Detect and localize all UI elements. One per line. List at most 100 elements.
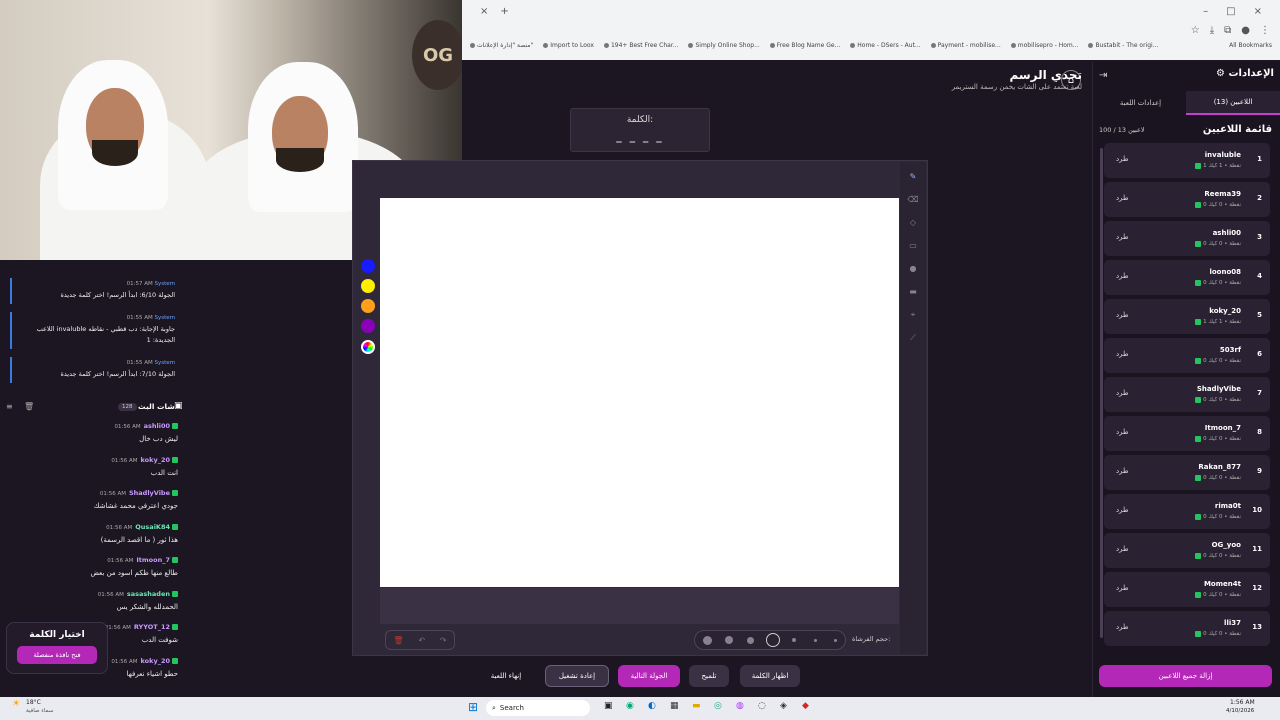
brush-size-control[interactable]: [694, 630, 846, 650]
kick-button[interactable]: طرد: [1116, 389, 1129, 397]
menu-icon[interactable]: ⋮: [1260, 25, 1270, 36]
player-stats-text: 0 نقطة • 0 كيك: [1203, 514, 1241, 520]
redo-icon[interactable]: ↷: [440, 636, 447, 645]
minimize-button[interactable]: –: [1203, 6, 1208, 17]
players-scrollbar[interactable]: [1100, 148, 1103, 638]
color-swatch-purple[interactable]: [361, 319, 375, 333]
bookmark[interactable]: mobilisepro - Hom...: [1010, 38, 1078, 52]
bookmark[interactable]: Home - DSers - Aut...: [850, 38, 921, 52]
profile-icon[interactable]: ●: [1241, 25, 1250, 36]
kick-button[interactable]: طرد: [1116, 506, 1129, 514]
settings-title: ⚙ الإعدادات: [1216, 68, 1274, 79]
app-icon[interactable]: ◈: [780, 701, 787, 711]
brush-size-option[interactable]: [834, 639, 837, 642]
brush-size-option[interactable]: [814, 639, 817, 642]
close-window-button[interactable]: ×: [1254, 6, 1262, 17]
taskview-icon[interactable]: ▣: [604, 701, 613, 711]
kick-button[interactable]: طرد: [1116, 545, 1129, 553]
new-tab-icon[interactable]: +: [500, 6, 508, 17]
bookmark[interactable]: منصة "إدارة الإعلانات": [470, 38, 533, 52]
picker-icon[interactable]: ⌖: [906, 308, 920, 322]
show-word-button[interactable]: اظهار الكلمة: [740, 665, 800, 687]
player-name: lli37: [1224, 619, 1241, 627]
chat-message-header: 01:56 AM koky_20: [0, 456, 178, 464]
kick-button[interactable]: طرد: [1116, 194, 1129, 202]
circle-icon[interactable]: ●: [906, 262, 920, 276]
kick-button[interactable]: طرد: [1116, 623, 1129, 631]
extensions-icon[interactable]: ⧉: [1224, 25, 1231, 36]
taskbar-search[interactable]: ⌕ Search: [486, 700, 590, 716]
brush-size-option[interactable]: [747, 637, 754, 644]
restart-button[interactable]: إعادة تشغيل: [545, 665, 609, 687]
chat-username[interactable]: ashli00: [144, 422, 170, 430]
app-icon[interactable]: ◉: [626, 701, 634, 711]
all-bookmarks[interactable]: All Bookmarks: [1229, 38, 1272, 52]
chat-username[interactable]: sasashaden: [127, 590, 170, 598]
line-icon[interactable]: ▬: [906, 285, 920, 299]
bookmark[interactable]: Free Blog Name Ge...: [769, 38, 840, 52]
folder-icon[interactable]: ▬: [692, 701, 701, 711]
chat-username[interactable]: koky_20: [141, 657, 170, 665]
pencil-icon[interactable]: ✎: [906, 170, 920, 184]
chat-message-header: 01:56 AM sasashaden: [0, 590, 178, 598]
bookmark[interactable]: Bustabit - The origi...: [1088, 38, 1158, 52]
chat-username[interactable]: QusaiK84: [135, 523, 170, 531]
brush-icon[interactable]: ⟋: [906, 331, 920, 345]
undo-icon[interactable]: ↶: [418, 636, 425, 645]
custom-color-picker[interactable]: [361, 340, 375, 354]
close-tab-icon[interactable]: ×: [480, 6, 488, 17]
brush-size-option[interactable]: [792, 638, 796, 642]
chat-text: جودي اعترفي محمد غشاشك: [93, 502, 178, 510]
bookmark[interactable]: Payment - mobilise...: [930, 38, 1001, 52]
brush-size-option[interactable]: [725, 636, 733, 644]
fill-icon[interactable]: ◇: [906, 216, 920, 230]
chat-username[interactable]: Itmoon_7: [136, 556, 170, 564]
store-icon[interactable]: ▦: [670, 701, 679, 711]
app-icon[interactable]: ◆: [802, 701, 809, 711]
edge-icon[interactable]: ◐: [648, 701, 656, 711]
brush-size-selected[interactable]: [766, 633, 780, 647]
next-round-button[interactable]: الجولة التالية: [618, 665, 680, 687]
kick-button[interactable]: طرد: [1116, 428, 1129, 436]
collapse-panel-icon[interactable]: ⇥: [1099, 70, 1107, 81]
open-popup-button[interactable]: فتح نافذة منفصلة: [17, 646, 97, 664]
drawing-canvas[interactable]: [380, 198, 899, 587]
kick-button[interactable]: طرد: [1116, 311, 1129, 319]
eraser-icon[interactable]: ⌫: [906, 193, 920, 207]
bookmark[interactable]: Simply Online Shop...: [688, 38, 760, 52]
rectangle-icon[interactable]: ▭: [906, 239, 920, 253]
end-game-button[interactable]: إنهاء اللعبة: [480, 665, 532, 687]
kick-button[interactable]: طرد: [1116, 233, 1129, 241]
chat-filter-icon[interactable]: ≡: [6, 402, 13, 411]
chrome-icon[interactable]: ◎: [714, 701, 722, 711]
player-stats-text: 1 نقطة • 1 كيك: [1203, 319, 1241, 325]
kick-button[interactable]: طرد: [1116, 155, 1129, 163]
app-icon[interactable]: ◌: [758, 701, 766, 711]
maximize-button[interactable]: □: [1226, 6, 1235, 17]
color-swatch-blue[interactable]: [361, 259, 375, 273]
download-icon[interactable]: ⤓: [1210, 25, 1214, 36]
chat-username[interactable]: RYYOT_12: [134, 623, 170, 631]
windows-start-icon[interactable]: ⊞: [468, 700, 478, 714]
hint-button[interactable]: تلميح: [689, 665, 729, 687]
kick-button[interactable]: طرد: [1116, 467, 1129, 475]
chat-clear-icon[interactable]: 🗑: [24, 402, 34, 411]
bookmark[interactable]: Import to Loox: [543, 38, 594, 52]
kick-button[interactable]: طرد: [1116, 350, 1129, 358]
chat-username[interactable]: koky_20: [141, 456, 170, 464]
kick-button[interactable]: طرد: [1116, 584, 1129, 592]
bookmark[interactable]: 194+ Best Free Char...: [603, 38, 678, 52]
chat-time: 01:56 AM: [99, 491, 126, 497]
player-stats-text: 0 نقطة • 0 كيك: [1203, 436, 1241, 442]
kick-button[interactable]: طرد: [1116, 272, 1129, 280]
remove-all-players-button[interactable]: إزالة جميع اللاعبين: [1099, 665, 1272, 687]
tab-game-settings[interactable]: إعدادات اللعبة: [1095, 91, 1186, 115]
tab-players[interactable]: اللاعبين (13): [1186, 91, 1280, 115]
color-swatch-yellow[interactable]: [361, 279, 375, 293]
chat-username[interactable]: ShadlyVibe: [129, 489, 170, 497]
brush-size-option[interactable]: [703, 636, 712, 645]
color-swatch-orange[interactable]: [361, 299, 375, 313]
trash-icon[interactable]: 🗑: [393, 636, 403, 645]
app-icon[interactable]: ◍: [736, 701, 744, 711]
star-icon[interactable]: ☆: [1191, 25, 1200, 36]
